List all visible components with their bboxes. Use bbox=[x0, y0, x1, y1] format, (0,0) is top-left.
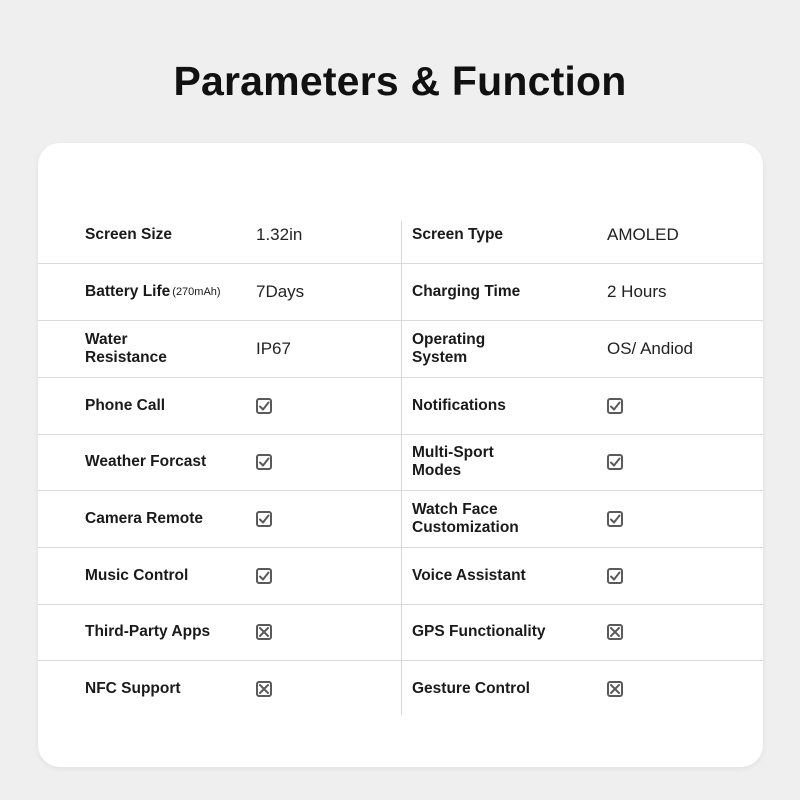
spec-table-card: Screen Size 1.32in Screen Type AMOLED Batter… bbox=[38, 143, 763, 767]
table-row: Music Control Voice Assistant bbox=[38, 548, 763, 605]
param-label-text: Notifications bbox=[412, 397, 506, 414]
check-icon bbox=[607, 398, 623, 414]
param-label-text: Screen Type bbox=[412, 226, 504, 243]
table-row: Phone Call Notifications bbox=[38, 378, 763, 435]
check-icon bbox=[256, 511, 272, 527]
param-label: Voice Assistant bbox=[412, 548, 572, 604]
param-label: Screen Size bbox=[85, 207, 250, 263]
param-label: Music Control bbox=[85, 548, 250, 604]
param-label: Operating System bbox=[412, 321, 572, 377]
param-label: Screen Type bbox=[412, 207, 572, 263]
param-label-text: Third-Party Apps bbox=[85, 623, 211, 640]
page-title: Parameters & Function bbox=[173, 58, 627, 104]
table-row: Weather Forcast Multi-Sport Modes bbox=[38, 434, 763, 491]
param-value: 1.32in bbox=[256, 225, 303, 244]
table-row: Water Resistance IP67 Operating System OS/ … bbox=[38, 321, 763, 378]
check-icon bbox=[607, 568, 623, 584]
param-status bbox=[607, 434, 747, 490]
check-icon bbox=[256, 568, 272, 584]
param-label-text: Battery Life bbox=[85, 283, 171, 300]
param-label-text: Music Control bbox=[85, 567, 189, 584]
param-value: OS/ Andiod bbox=[607, 339, 694, 358]
check-icon bbox=[256, 398, 272, 414]
param-label: Gesture Control bbox=[412, 661, 572, 717]
param-status bbox=[607, 548, 747, 604]
param-label-text: Operating System bbox=[412, 331, 486, 366]
param-value: IP67 bbox=[256, 339, 291, 358]
param-label-text: GPS Functionality bbox=[412, 623, 546, 640]
param-value: 2 Hours bbox=[607, 282, 667, 301]
param-label: Camera Remote bbox=[85, 491, 250, 547]
param-status bbox=[607, 491, 747, 547]
param-label: Third-Party Apps bbox=[85, 604, 250, 660]
cross-icon bbox=[607, 681, 623, 697]
param-status bbox=[607, 661, 747, 717]
param-status bbox=[256, 604, 396, 660]
param-value: AMOLED bbox=[607, 225, 679, 244]
table-row: NFC Support Gesture Control bbox=[38, 661, 763, 717]
param-label-text: Gesture Control bbox=[412, 680, 530, 697]
param-label-text: Multi-Sport Modes bbox=[412, 444, 494, 479]
param-label-sub: (270mAh) bbox=[172, 286, 221, 298]
cross-icon bbox=[607, 624, 623, 640]
param-label: GPS Functionality bbox=[412, 604, 572, 660]
cross-icon bbox=[256, 624, 272, 640]
param-label: Watch Face Customization bbox=[412, 491, 572, 547]
check-icon bbox=[607, 454, 623, 470]
param-status bbox=[256, 548, 396, 604]
param-label-text: Camera Remote bbox=[85, 510, 204, 527]
param-status bbox=[256, 491, 396, 547]
table-row: Battery Life (270mAh) 7Days Charging Time 2 … bbox=[38, 264, 763, 321]
param-label-text: Phone Call bbox=[85, 397, 166, 414]
param-label: Multi-Sport Modes bbox=[412, 434, 572, 490]
param-label: NFC Support bbox=[85, 661, 250, 717]
param-label-text: Weather Forcast bbox=[85, 453, 207, 470]
check-icon bbox=[256, 454, 272, 470]
param-label: Phone Call bbox=[85, 378, 250, 434]
param-status bbox=[607, 378, 747, 434]
check-icon bbox=[607, 511, 623, 527]
param-label: Charging Time bbox=[412, 264, 572, 320]
param-label-text: Watch Face Customization bbox=[412, 501, 519, 536]
param-label-text: Charging Time bbox=[412, 283, 521, 300]
param-status bbox=[256, 434, 396, 490]
table-row: Third-Party Apps GPS Functionality bbox=[38, 604, 763, 661]
param-label-text: NFC Support bbox=[85, 680, 181, 697]
param-label: Weather Forcast bbox=[85, 434, 250, 490]
param-label-text: Voice Assistant bbox=[412, 567, 526, 584]
param-label-text: Water Resistance bbox=[85, 331, 167, 366]
table-row: Screen Size 1.32in Screen Type AMOLED bbox=[38, 207, 763, 264]
table-row: Camera Remote Watch Face Customization bbox=[38, 491, 763, 548]
param-label: Notifications bbox=[412, 378, 572, 434]
cross-icon bbox=[256, 681, 272, 697]
param-label: Water Resistance bbox=[85, 321, 250, 377]
param-value: 7Days bbox=[256, 282, 305, 301]
param-label: Battery Life (270mAh) bbox=[85, 264, 250, 320]
param-status bbox=[256, 661, 396, 717]
param-label-text: Screen Size bbox=[85, 226, 173, 243]
param-status bbox=[256, 378, 396, 434]
param-status bbox=[607, 604, 747, 660]
